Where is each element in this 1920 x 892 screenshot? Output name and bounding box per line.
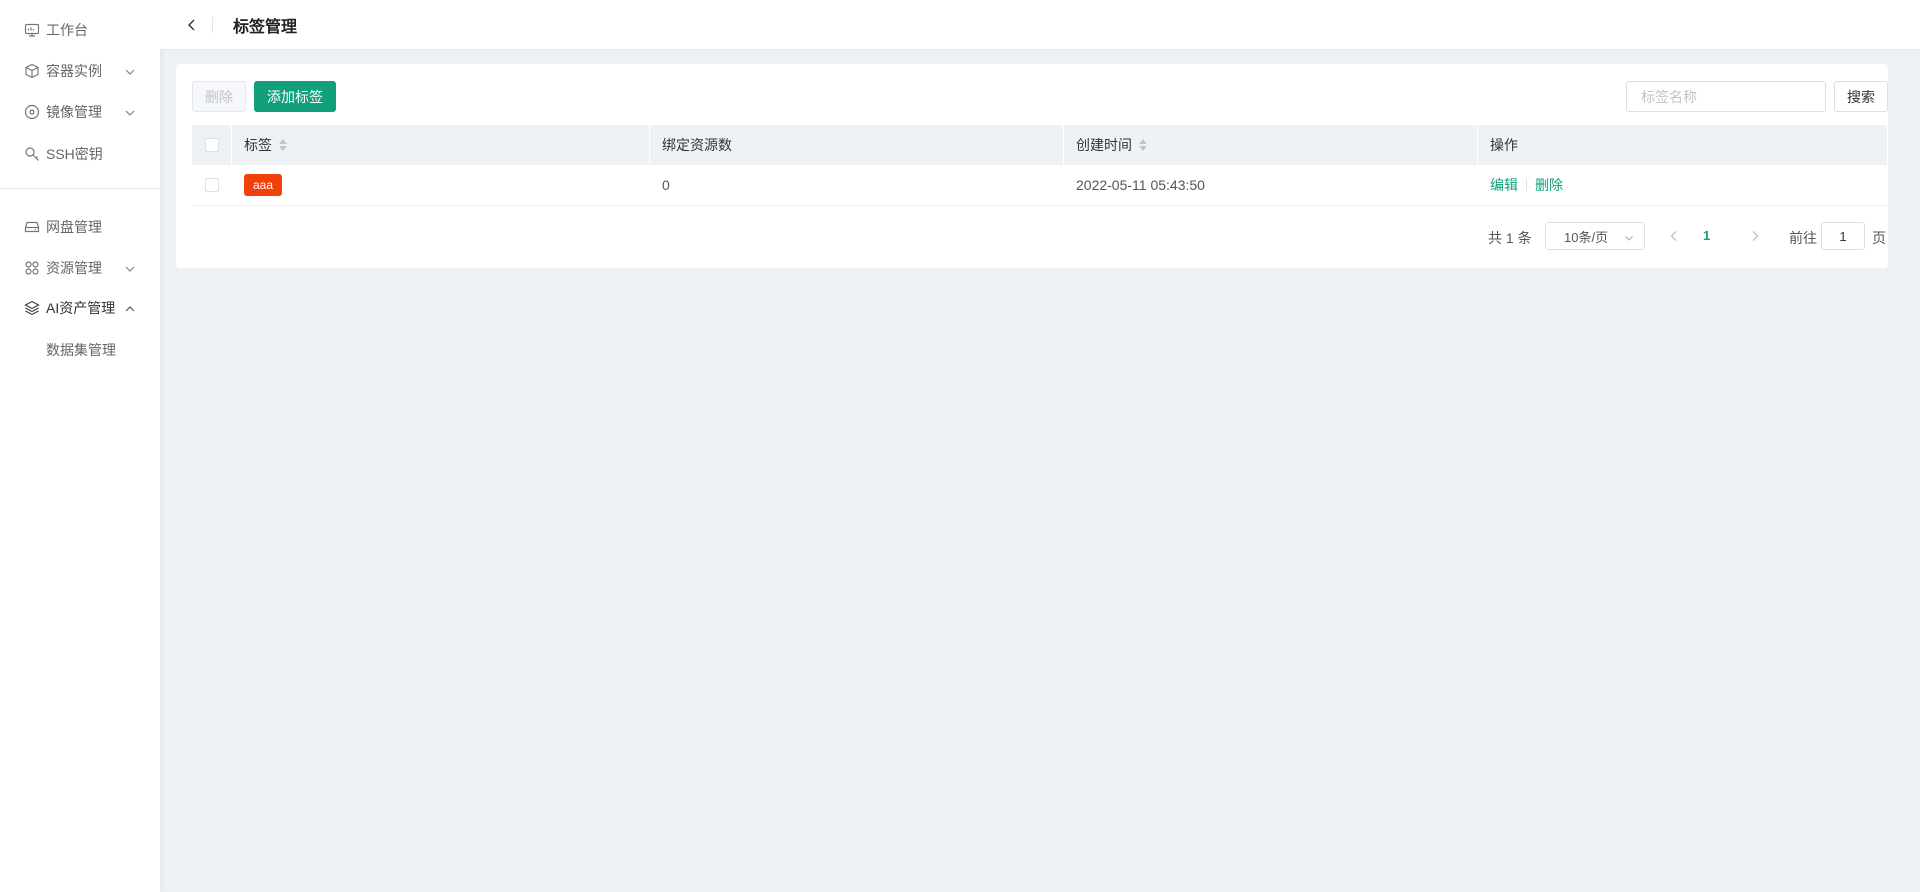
page-title: 标签管理 [233,18,298,36]
sidebar-item-container-instances[interactable]: 容器实例 [0,56,160,86]
next-page-button[interactable] [1748,229,1762,243]
goto-page-input[interactable] [1821,222,1865,250]
add-tag-button[interactable]: 添加标签 [254,81,336,112]
chevron-down-icon [1624,231,1634,241]
pagination: 共 1 条 10条/页 1 前往 页 [176,222,1888,250]
header-checkbox-cell [192,125,232,165]
table-row: aaa 0 2022-05-11 05:43:50 编辑 删除 [192,165,1888,206]
edit-link[interactable]: 编辑 [1490,175,1518,195]
row-checkbox[interactable] [205,178,219,192]
column-header-operations: 操作 [1478,125,1888,165]
sidebar-item-label: 容器实例 [46,63,102,79]
chevron-left-icon [1670,231,1677,241]
column-header-label: 绑定资源数 [662,137,732,153]
chevron-right-icon [1752,231,1759,241]
layers-icon [24,300,40,316]
key-icon [24,146,40,162]
tag-name-search-input[interactable] [1626,81,1826,112]
sidebar-item-label: 资源管理 [46,260,102,276]
sidebar-item-image-management[interactable]: 镜像管理 [0,97,160,127]
sidebar-item-label: SSH密钥 [46,146,103,162]
page-size-select[interactable]: 10条/页 [1545,222,1645,250]
sidebar-subitem-dataset-management[interactable]: 数据集管理 [0,335,160,365]
column-header-created-at[interactable]: 创建时间 [1064,125,1478,165]
column-header-label: 操作 [1490,137,1518,153]
chevron-down-icon [124,262,136,274]
drive-icon [24,219,40,235]
sidebar-item-label: 工作台 [46,22,88,38]
pagination-total: 共 1 条 [1488,230,1532,246]
operation-divider [1526,179,1527,191]
page-size-value: 10条/页 [1564,229,1609,245]
sidebar-item-ai-assets[interactable]: AI资产管理 [0,293,160,323]
column-header-label: 创建时间 [1076,137,1132,153]
bulk-delete-button[interactable]: 删除 [192,81,246,112]
sidebar-item-ssh-keys[interactable]: SSH密钥 [0,139,160,169]
disc-icon [24,104,40,120]
resource-count-cell: 0 [662,177,670,193]
grid-icon [24,260,40,276]
tag-badge: aaa [244,174,283,196]
sidebar-divider [0,188,160,189]
sort-icon[interactable] [279,139,287,151]
column-header-resource-count: 绑定资源数 [650,125,1064,165]
created-at-cell: 2022-05-11 05:43:50 [1076,177,1205,193]
sidebar-item-workbench[interactable]: 工作台 [0,15,160,45]
chevron-up-icon [124,302,136,314]
column-header-label: 标签 [244,137,272,153]
select-all-checkbox[interactable] [205,138,219,152]
page-header: 标签管理 [160,0,1920,50]
chevron-left-icon [188,19,195,30]
table-header: 标签 绑定资源数 创建时间 操作 [192,125,1888,165]
page-number-current[interactable]: 1 [1703,228,1710,243]
row-checkbox-cell [192,165,232,205]
delete-link[interactable]: 删除 [1535,175,1563,195]
sidebar-item-label: AI资产管理 [46,300,116,316]
app-root: 工作台 容器实例 镜像管理 SSH密钥 网盘管理 资源管理 AI资产管理 数据集… [0,0,1920,892]
back-button[interactable] [184,17,200,33]
chevron-down-icon [124,65,136,77]
prev-page-button[interactable] [1667,229,1681,243]
sidebar-item-resource-management[interactable]: 资源管理 [0,253,160,283]
tag-cell: aaa [232,165,650,205]
monitor-icon [24,22,40,38]
goto-unit: 页 [1872,230,1886,246]
tag-list-card: 删除 添加标签 搜索 标签 绑定资源数 创建时间 [176,64,1888,268]
header-divider [212,16,213,33]
chevron-down-icon [124,106,136,118]
search-button[interactable]: 搜索 [1834,81,1888,112]
goto-label: 前往 [1789,230,1817,246]
sidebar-item-label: 镜像管理 [46,104,102,120]
tag-table: 标签 绑定资源数 创建时间 操作 aaa 0 2022-05-11 05:43:… [192,125,1888,206]
sidebar-subitem-label: 数据集管理 [46,342,116,358]
operations-cell: 编辑 删除 [1478,165,1888,205]
sidebar: 工作台 容器实例 镜像管理 SSH密钥 网盘管理 资源管理 AI资产管理 数据集… [0,0,160,892]
column-header-tag[interactable]: 标签 [232,125,650,165]
sidebar-item-netdisk[interactable]: 网盘管理 [0,212,160,242]
sort-icon[interactable] [1139,139,1147,151]
sidebar-item-label: 网盘管理 [46,219,102,235]
cube-icon [24,63,40,79]
